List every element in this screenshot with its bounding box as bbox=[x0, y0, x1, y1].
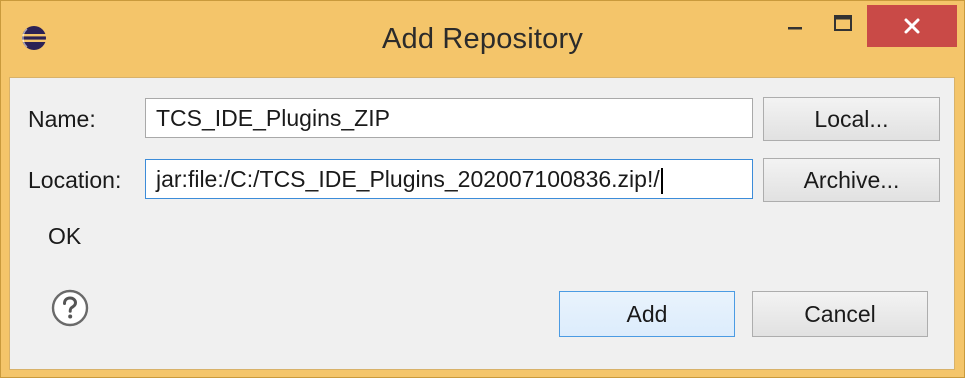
name-label: Name: bbox=[28, 106, 96, 132]
name-input[interactable]: TCS_IDE_Plugins_ZIP bbox=[145, 98, 753, 138]
location-label: Location: bbox=[28, 167, 122, 193]
help-icon[interactable] bbox=[50, 288, 90, 328]
add-button[interactable]: Add bbox=[559, 291, 735, 337]
local-button[interactable]: Local... bbox=[763, 97, 940, 141]
name-input-value: TCS_IDE_Plugins_ZIP bbox=[156, 105, 390, 131]
status-message: OK bbox=[48, 223, 82, 249]
maximize-button[interactable] bbox=[819, 1, 867, 47]
dialog-content: Name: TCS_IDE_Plugins_ZIP Local... Locat… bbox=[9, 77, 955, 370]
minimize-icon bbox=[788, 27, 802, 30]
minimize-button[interactable] bbox=[771, 1, 819, 47]
archive-button[interactable]: Archive... bbox=[763, 158, 940, 202]
cancel-button[interactable]: Cancel bbox=[752, 291, 928, 337]
maximize-icon bbox=[834, 15, 852, 31]
location-input-value: jar:file:/C:/TCS_IDE_Plugins_20200710083… bbox=[156, 166, 660, 192]
add-repository-dialog: Add Repository Name: TCS_IDE_Plugins_ZIP… bbox=[0, 0, 965, 378]
close-icon bbox=[904, 18, 920, 34]
text-caret bbox=[660, 167, 663, 194]
title-bar[interactable]: Add Repository bbox=[1, 1, 964, 77]
close-button[interactable] bbox=[867, 5, 957, 47]
location-input[interactable]: jar:file:/C:/TCS_IDE_Plugins_20200710083… bbox=[145, 159, 753, 199]
